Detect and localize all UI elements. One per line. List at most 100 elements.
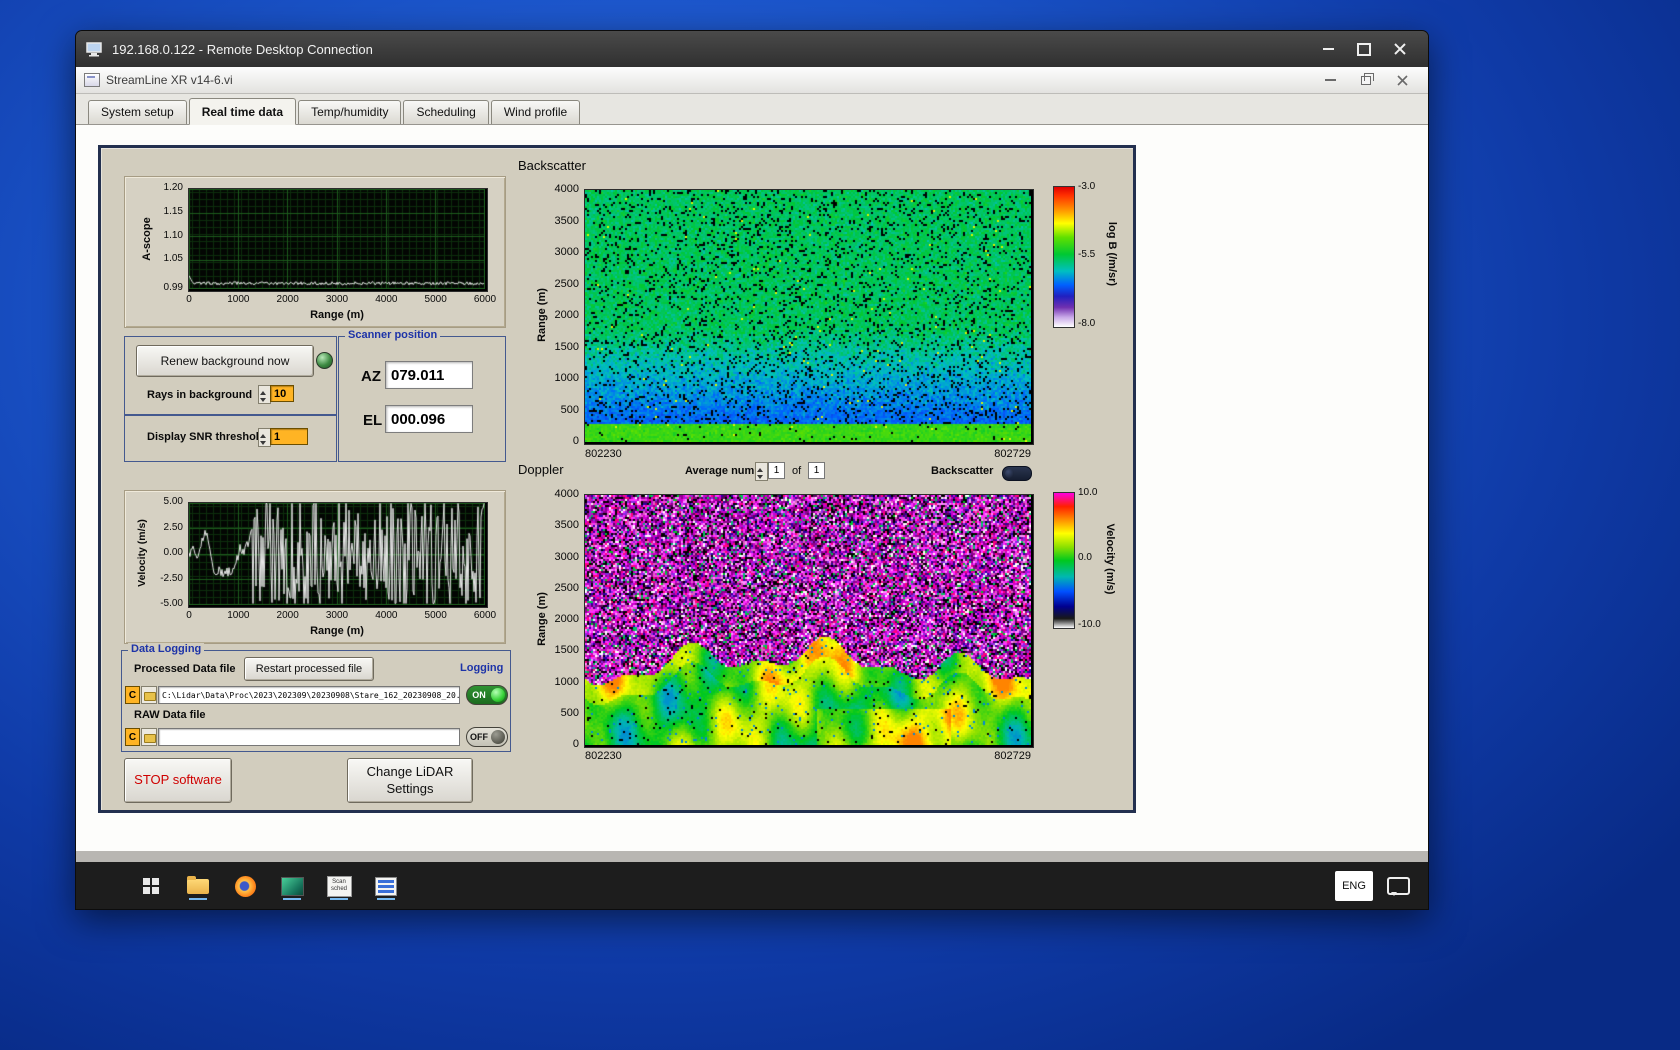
data-logging-title: Data Logging (128, 643, 205, 655)
ascope-y-ticks: 1.20 1.15 1.10 1.05 0.99 (151, 183, 185, 293)
tab-scheduling[interactable]: Scheduling (403, 100, 489, 124)
toggle-knob-icon (491, 688, 505, 702)
file-explorer-button[interactable] (185, 871, 211, 901)
backscatter-display-switch[interactable] (1002, 466, 1032, 481)
language-indicator[interactable]: ENG (1335, 871, 1373, 901)
average-number-field[interactable]: 1 (768, 462, 785, 479)
colorbar-tick: -3.0 (1078, 181, 1096, 192)
restart-processed-file-button[interactable]: Restart processed file (244, 657, 374, 681)
stop-software-button[interactable]: STOP software (124, 758, 232, 803)
x-tick-label: 4000 (375, 610, 398, 621)
colorbar-tick: -8.0 (1078, 318, 1096, 329)
x-start-label: 802230 (585, 750, 622, 762)
el-value-field[interactable]: 000.096 (385, 405, 473, 433)
spreadsheet-app-button[interactable] (373, 871, 399, 901)
decrement-icon (259, 438, 270, 447)
y-tick-label: 1500 (554, 644, 579, 657)
rdp-close-button[interactable] (1382, 37, 1418, 61)
renew-background-button[interactable]: Renew background now (136, 345, 314, 377)
backscatter-y-ticks: 4000 3500 3000 2500 2000 1500 1000 500 0 (547, 184, 581, 447)
el-label: EL (363, 412, 383, 429)
tab-temp-humidity[interactable]: Temp/humidity (298, 100, 402, 124)
processed-drive-selector[interactable]: C (125, 686, 140, 704)
x-tick-label: 4000 (375, 294, 398, 305)
scan-scheduler-button[interactable]: Scan sched (326, 871, 352, 901)
app-restore-button[interactable] (1348, 68, 1384, 92)
increment-icon (756, 463, 767, 472)
x-tick-label: 5000 (424, 294, 447, 305)
x-tick-label: 2000 (276, 610, 299, 621)
main-panel: A-scope 1.20 1.15 1.10 1.05 0.99 0 1000 2000 30… (98, 145, 1136, 813)
average-spinner[interactable] (755, 462, 768, 481)
increment-icon (259, 386, 270, 395)
rdp-titlebar[interactable]: 192.168.0.122 - Remote Desktop Connectio… (76, 31, 1428, 67)
app-close-button[interactable] (1384, 68, 1420, 92)
remote-desktop-strip (76, 850, 1428, 862)
minimize-icon (1322, 48, 1334, 50)
running-indicator (189, 898, 207, 900)
ascope-frame: A-scope 1.20 1.15 1.10 1.05 0.99 0 1000 2000 30… (124, 176, 506, 328)
rdp-window-title: 192.168.0.122 - Remote Desktop Connectio… (112, 41, 373, 57)
snr-value-field[interactable]: 1 (270, 428, 308, 445)
app-titlebar[interactable]: StreamLine XR v14-6.vi (76, 67, 1428, 94)
remote-desktop: StreamLine XR v14-6.vi System setup Real… (76, 67, 1428, 909)
doppler-colorbar (1053, 492, 1075, 629)
processed-path-field[interactable]: C:\Lidar\Data\Proc\2023\202309\20230908\… (158, 686, 460, 704)
raw-browse-button[interactable] (141, 728, 157, 746)
start-button[interactable] (138, 871, 164, 901)
desktop-background: 192.168.0.122 - Remote Desktop Connectio… (0, 0, 1680, 1050)
rdp-minimize-button[interactable] (1310, 37, 1346, 61)
close-icon (1396, 74, 1408, 86)
change-lidar-settings-button[interactable]: Change LiDAR Settings (347, 758, 473, 803)
tab-wind-profile[interactable]: Wind profile (490, 100, 581, 124)
backscatter-title: Backscatter (518, 158, 586, 173)
rdp-window-controls (1310, 37, 1418, 61)
doppler-title: Doppler (518, 462, 564, 477)
app-preview-button[interactable] (279, 871, 305, 901)
y-tick-label: 2500 (554, 581, 579, 594)
firefox-button[interactable] (232, 871, 258, 901)
processed-browse-button[interactable] (141, 686, 157, 704)
processed-data-file-label: Processed Data file (134, 663, 236, 675)
vi-icon (84, 73, 100, 87)
x-start-label: 802230 (585, 448, 622, 460)
snr-threshold-label: Display SNR threshold (147, 431, 266, 443)
running-indicator (283, 898, 301, 900)
y-tick-label: 1.15 (163, 205, 183, 217)
ascope-x-axis-label: Range (m) (310, 309, 364, 321)
y-tick-label: -2.50 (160, 572, 183, 584)
ascope-x-ticks: 0 1000 2000 3000 4000 5000 6000 (186, 294, 496, 307)
x-tick-label: 5000 (424, 610, 447, 621)
az-value-field[interactable]: 079.011 (385, 361, 473, 389)
tab-system-setup[interactable]: System setup (88, 100, 187, 124)
y-tick-label: 2000 (554, 613, 579, 625)
backscatter-colorbar-label: log B (/m/sr) (1106, 221, 1118, 287)
y-tick-label: 0.99 (163, 282, 183, 293)
remote-desktop-icon (86, 41, 102, 56)
colorbar-tick: -5.5 (1078, 249, 1096, 260)
y-tick-label: 3000 (554, 246, 579, 258)
y-tick-label: 2500 (554, 277, 579, 290)
rays-value-field[interactable]: 10 (270, 385, 294, 402)
colorbar-tick: -10.0 (1078, 619, 1101, 630)
velocity-x-ticks: 0 1000 2000 3000 4000 5000 6000 (186, 610, 496, 623)
x-tick-label: 1000 (227, 610, 250, 621)
doppler-plot (584, 494, 1034, 748)
firefox-icon (234, 875, 256, 897)
y-tick-label: 1000 (554, 675, 579, 688)
notification-icon[interactable] (1387, 877, 1410, 896)
y-tick-label: 0.00 (163, 547, 183, 558)
app-minimize-button[interactable] (1312, 68, 1348, 92)
raw-drive-selector[interactable]: C (125, 728, 140, 746)
rdp-maximize-button[interactable] (1346, 37, 1382, 61)
processed-logging-toggle[interactable]: ON (466, 685, 508, 705)
x-tick-label: 3000 (325, 610, 349, 621)
running-indicator (377, 898, 395, 900)
raw-logging-toggle[interactable]: OFF (466, 727, 508, 747)
tab-real-time-data[interactable]: Real time data (188, 98, 297, 125)
scanner-position-group: Scanner position AZ 079.011 EL 000.096 (338, 329, 506, 462)
x-tick-label: 1000 (227, 294, 250, 305)
toggle-knob-icon (491, 730, 505, 744)
raw-path-field[interactable] (158, 728, 460, 746)
az-label: AZ (361, 368, 381, 385)
